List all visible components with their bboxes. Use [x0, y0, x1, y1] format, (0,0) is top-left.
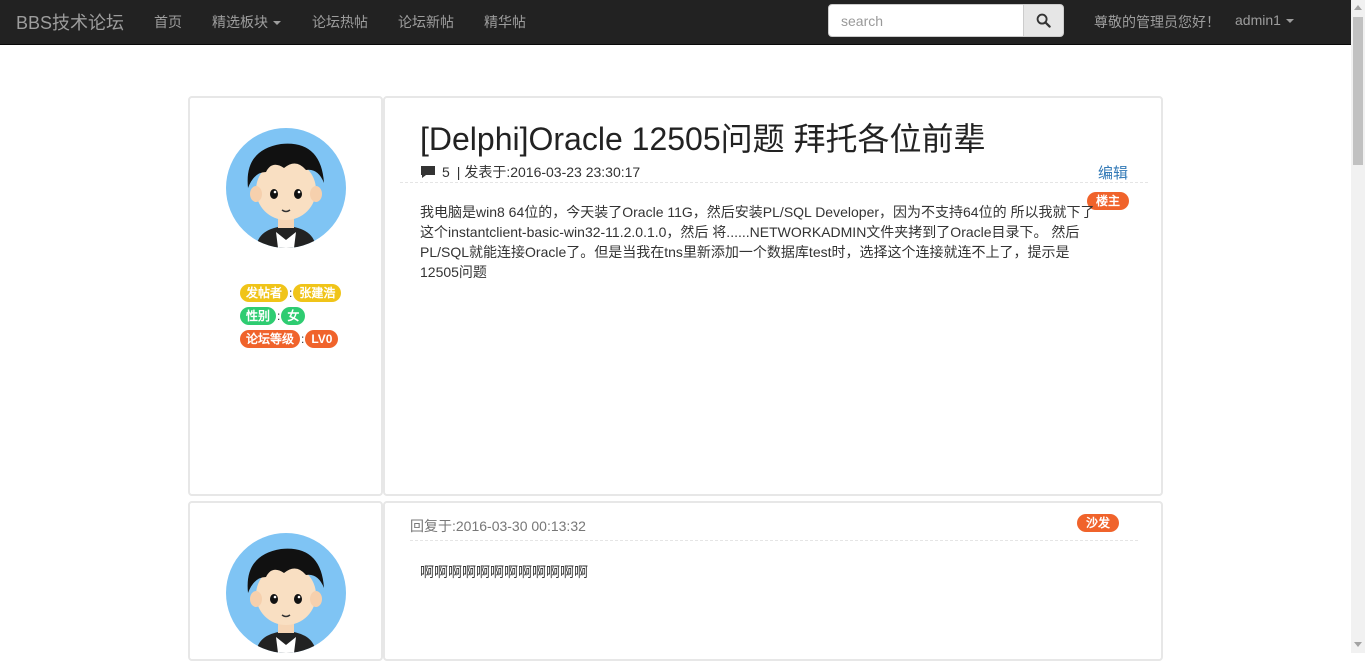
poster-info-row: 发帖者: 张建浩 [240, 284, 342, 302]
top-navbar: BBS技术论坛 首页 精选板块 论坛热帖 论坛新帖 精华帖 尊敬的管理员您好！ … [0, 0, 1351, 45]
divider [400, 182, 1148, 183]
user-menu-dropdown[interactable]: admin1 [1235, 12, 1294, 28]
user-avatar [226, 128, 346, 248]
scroll-thumb[interactable] [1353, 17, 1363, 165]
nav-featured-boards-label: 精选板块 [212, 14, 268, 30]
poster-label: 发帖者 [240, 284, 289, 302]
level-value: LV0 [305, 330, 339, 348]
nav-featured-boards-dropdown[interactable]: 精选板块 [212, 12, 281, 32]
post-meta: 5 | 发表于:2016-03-23 23:30:17 [420, 162, 640, 182]
edit-link[interactable]: 编辑 [1098, 162, 1128, 183]
reply-body: 啊啊啊啊啊啊啊啊啊啊啊啊 [420, 564, 588, 580]
reply-content-panel: 回复于:2016-03-30 00:13:32 沙发 啊啊啊啊啊啊啊啊啊啊啊啊 [383, 501, 1163, 661]
comment-icon [421, 166, 435, 178]
user-avatar [226, 533, 346, 653]
level-info-row: 论坛等级: LV0 [240, 330, 339, 348]
admin-greeting: 尊敬的管理员您好！ [1094, 14, 1220, 30]
caret-down-icon [1285, 19, 1294, 24]
post-body: 我电脑是win8 64位的，今天装了Oracle 11G，然后安装PL/SQL … [420, 204, 1095, 280]
username-label: admin1 [1235, 12, 1281, 28]
reply-count: 5 [442, 164, 450, 180]
post-timestamp: | 发表于:2016-03-23 23:30:17 [456, 164, 641, 180]
search-form [828, 4, 1064, 37]
gender-value: 女 [281, 307, 306, 325]
nav-home[interactable]: 首页 [154, 12, 182, 32]
search-icon [1036, 13, 1051, 28]
page-scrollbar[interactable] [1351, 0, 1365, 653]
floor-badge-sofa: 沙发 [1077, 514, 1120, 532]
search-input[interactable] [828, 4, 1024, 37]
reply-author-panel [188, 501, 383, 661]
poster-name: 张建浩 [293, 284, 342, 302]
post-title: [Delphi]Oracle 12505问题 拜托各位前辈 [420, 121, 986, 157]
post-author-panel: 发帖者: 张建浩 性别: 女 论坛等级: LV0 [188, 96, 383, 496]
divider [410, 540, 1138, 541]
caret-down-icon [273, 21, 281, 26]
gender-info-row: 性别: 女 [240, 307, 306, 325]
level-label: 论坛等级 [240, 330, 301, 348]
scroll-down-arrow-icon[interactable] [1354, 642, 1362, 647]
nav-new-posts[interactable]: 论坛新帖 [398, 12, 454, 32]
brand-link[interactable]: BBS技术论坛 [16, 9, 124, 35]
post-content-panel: [Delphi]Oracle 12505问题 拜托各位前辈 5 | 发表于:20… [383, 96, 1163, 496]
scroll-up-arrow-icon[interactable] [1354, 5, 1362, 10]
search-button[interactable] [1023, 4, 1064, 37]
nav-hot-posts[interactable]: 论坛热帖 [312, 12, 368, 32]
reply-timestamp: 回复于:2016-03-30 00:13:32 [410, 518, 586, 534]
nav-essence-posts[interactable]: 精华帖 [484, 12, 526, 32]
gender-label: 性别 [240, 307, 277, 325]
